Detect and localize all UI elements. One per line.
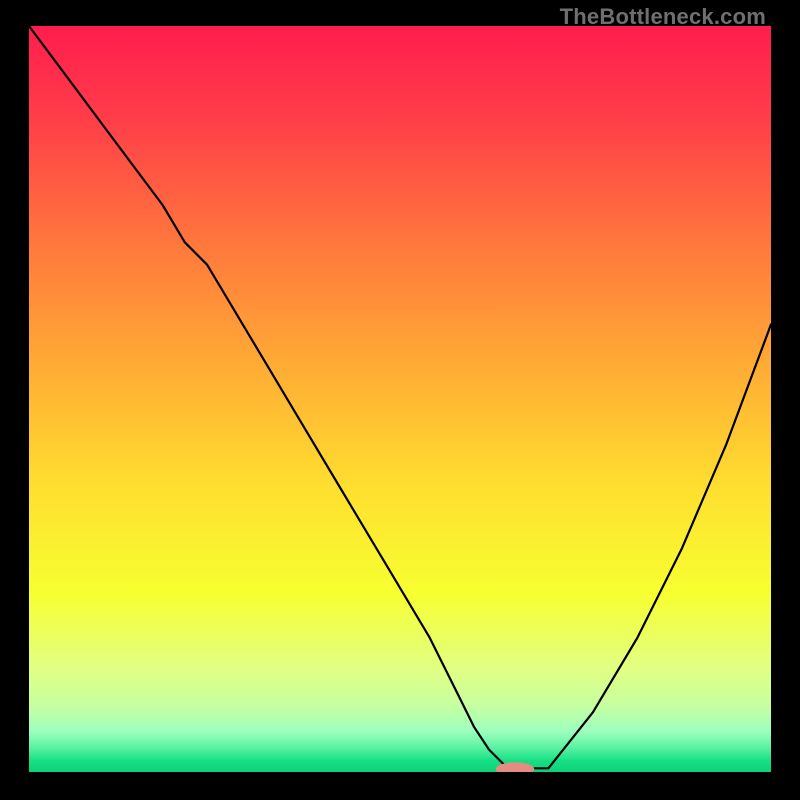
plot-area	[29, 26, 771, 772]
gradient-background	[29, 26, 771, 772]
chart-svg	[29, 26, 771, 772]
chart-frame: TheBottleneck.com	[0, 0, 800, 800]
